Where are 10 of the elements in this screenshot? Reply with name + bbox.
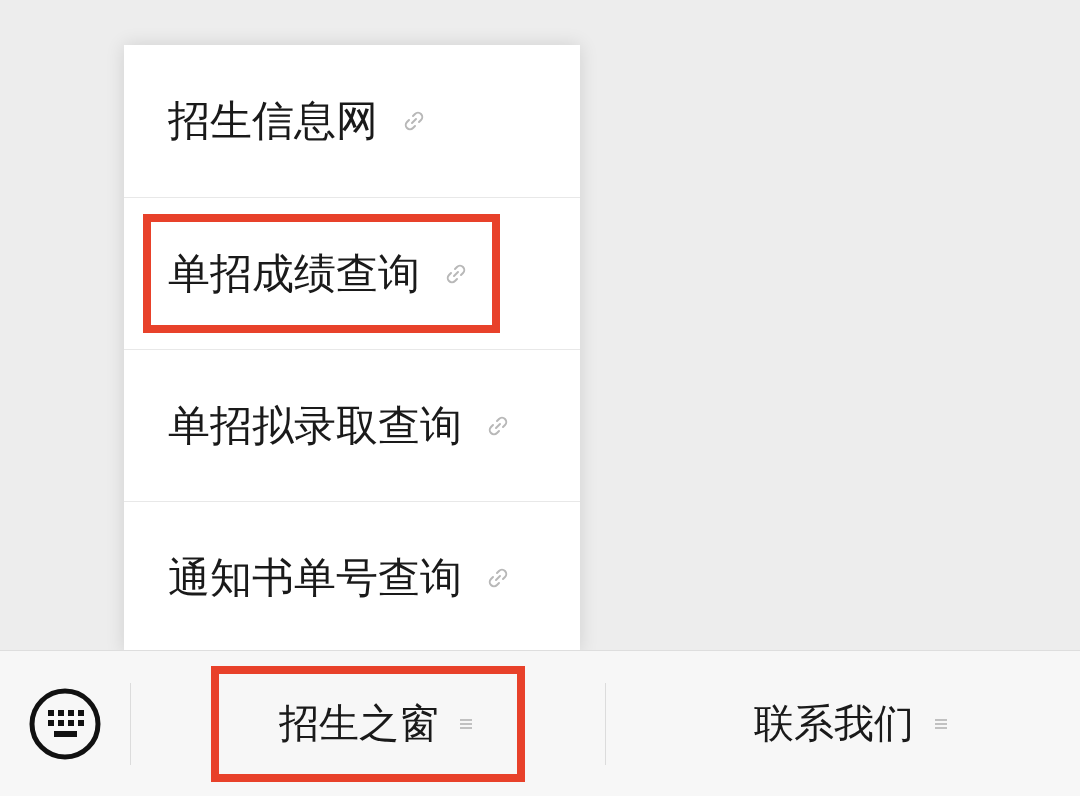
menu-item[interactable]: 单招成绩查询 xyxy=(168,245,420,302)
menu-item[interactable]: 单招拟录取查询 xyxy=(168,397,462,454)
menu-item[interactable]: 通知书单号查询 xyxy=(168,549,462,606)
keyboard-icon[interactable] xyxy=(29,687,101,760)
menu-tab[interactable]: 招生之窗 xyxy=(279,696,439,751)
menu-icon xyxy=(459,716,473,731)
menu-item[interactable]: 招生信息网 xyxy=(168,93,378,149)
menu-tab[interactable]: 联系我们 xyxy=(754,696,914,751)
menu-icon xyxy=(934,716,948,731)
link-icon xyxy=(402,109,426,133)
